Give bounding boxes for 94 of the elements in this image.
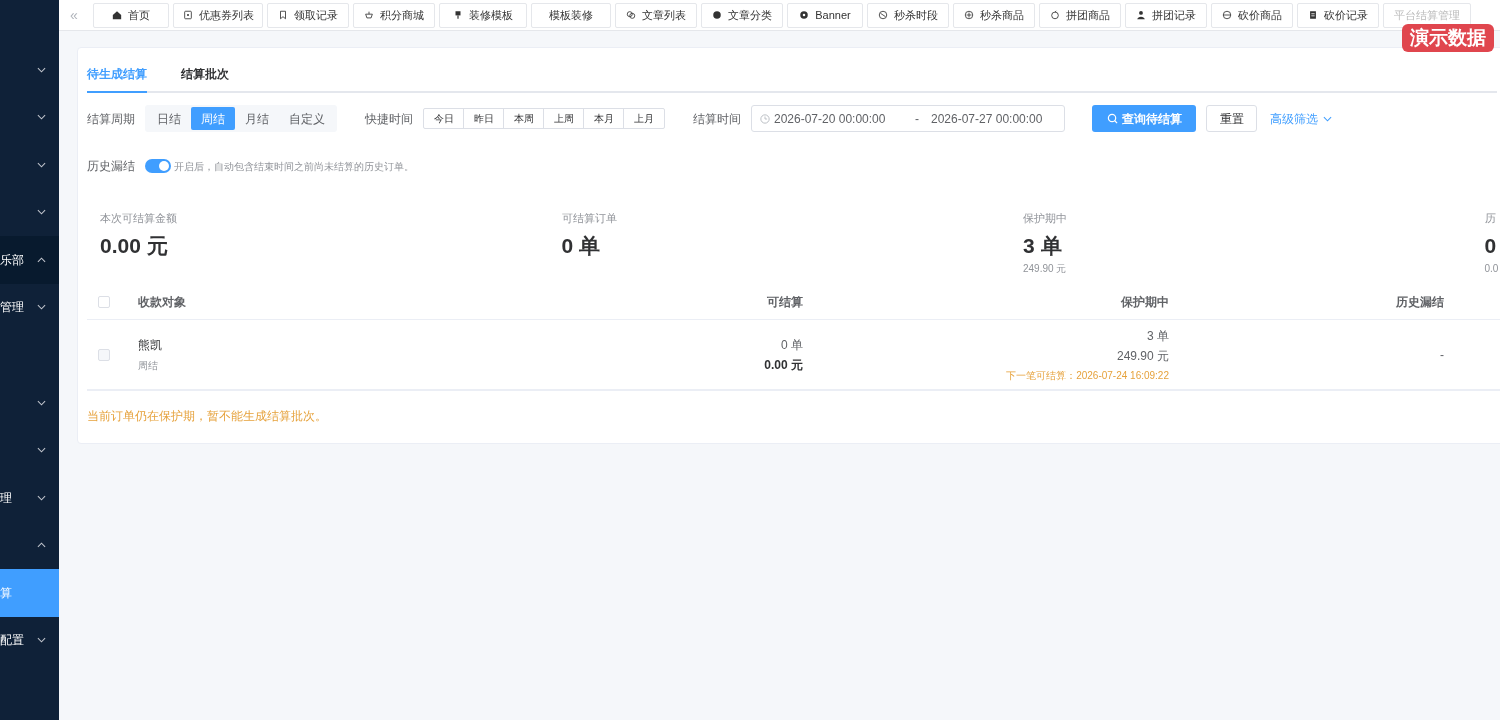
chevron-down-icon xyxy=(1323,115,1332,122)
nav-tab[interactable]: 领取记录 xyxy=(267,2,349,28)
table-cell-text: 249.90 元 xyxy=(1116,347,1169,365)
stat-label: 历 xyxy=(1484,211,1496,226)
field-label: 结算时间 xyxy=(693,110,741,128)
tab-icon xyxy=(453,10,463,20)
date-separator: - xyxy=(914,110,920,128)
stat-value: 0 单 xyxy=(561,232,600,259)
stat-subvalue: 249.90 元 xyxy=(1023,261,1067,276)
payee-cycle: 周结 xyxy=(138,359,158,373)
chevron-down-icon xyxy=(37,209,46,216)
nav-tab[interactable]: 砍价记录 xyxy=(1297,2,1379,28)
table-cell-text: 0.00 元 xyxy=(764,356,803,374)
reset-button[interactable]: 重置 xyxy=(1206,105,1257,132)
nav-tab[interactable]: 文章分类 xyxy=(701,2,783,28)
stat-value: 0.00 元 xyxy=(100,232,168,259)
chevron-down-icon xyxy=(37,494,46,501)
next-settle-time: 下一笔可结算：2026-07-24 16:09:22 xyxy=(1006,368,1169,383)
nav-tab[interactable]: 积分商城 xyxy=(353,2,435,28)
tab-icon xyxy=(712,10,722,20)
tab-icon xyxy=(1136,10,1146,20)
sidebar-item[interactable]: 管理 xyxy=(0,283,59,331)
tab-icon xyxy=(626,10,636,20)
chevron-down-icon xyxy=(37,161,46,168)
warning-message: 当前订单仍在保护期，暂不能生成结算批次。 xyxy=(87,408,328,425)
chevron-down-icon xyxy=(37,66,46,73)
nav-tab[interactable]: 首页 xyxy=(93,2,169,28)
nav-tab[interactable]: 拼团记录 xyxy=(1125,2,1207,28)
quick-time-option[interactable]: 上月 xyxy=(624,109,664,128)
date-start: 2026-07-20 00:00:00 xyxy=(774,110,887,128)
chevron-up-icon xyxy=(37,542,46,549)
date-end: 2026-07-27 00:00:00 xyxy=(931,110,1043,128)
tab-icon xyxy=(799,10,810,20)
table-cell-text: 0 单 xyxy=(781,336,803,354)
column-header: 历史漏结 xyxy=(1396,293,1444,311)
tab-icon xyxy=(364,10,374,20)
sidebar-item[interactable]: 配置 xyxy=(0,616,59,664)
chevron-down-icon xyxy=(37,399,46,406)
clock-icon xyxy=(760,113,770,124)
select-all-checkbox[interactable] xyxy=(98,295,110,308)
tab-icon xyxy=(964,10,974,20)
tab-icon xyxy=(1222,10,1232,20)
stat-subvalue: 0.0 xyxy=(1484,261,1499,276)
table-cell-text: - xyxy=(1440,346,1444,364)
demo-data-toast: 演示数据 xyxy=(1402,24,1494,52)
search-icon xyxy=(1106,113,1118,124)
quick-time-option[interactable]: 上周 xyxy=(544,109,584,128)
nav-tab[interactable]: 拼团商品 xyxy=(1039,2,1121,28)
nav-tab[interactable]: 秒杀时段 xyxy=(867,2,949,28)
history-switch[interactable] xyxy=(145,159,171,173)
period-option[interactable]: 月结 xyxy=(235,107,279,130)
chevron-down-icon xyxy=(37,114,46,121)
chevron-down-icon xyxy=(37,637,46,644)
nav-tab[interactable]: Banner xyxy=(787,2,863,28)
tab-icon xyxy=(1308,10,1318,20)
tab-icon xyxy=(112,10,122,20)
chevron-up-icon xyxy=(37,256,46,263)
nav-tab[interactable]: 装修模板 xyxy=(439,2,527,28)
tab-icon xyxy=(182,10,193,20)
quick-time-option[interactable]: 本月 xyxy=(584,109,624,128)
field-label: 历史漏结 xyxy=(87,158,135,175)
row-checkbox[interactable] xyxy=(98,348,110,361)
chevron-down-icon xyxy=(37,447,46,454)
stat-label: 保护期中 xyxy=(1023,211,1067,226)
field-label: 结算周期 xyxy=(87,110,135,128)
period-option[interactable]: 日结 xyxy=(147,107,191,130)
tab-icon xyxy=(278,10,288,20)
nav-tab[interactable]: 砍价商品 xyxy=(1211,2,1293,28)
hint-text: 开启后，自动包含结束时间之前尚未结算的历史订单。 xyxy=(174,159,414,174)
nav-tab[interactable]: 文章列表 xyxy=(615,2,697,28)
stat-value: 3 单 xyxy=(1023,232,1062,259)
column-header: 收款对象 xyxy=(138,293,186,311)
payee-name: 熊凯 xyxy=(138,337,162,354)
date-range-field[interactable]: 2026-07-20 00:00:00 - 2026-07-27 00:00:00 xyxy=(751,105,1065,132)
sidebar-item[interactable]: 乐部 xyxy=(0,236,59,284)
tab-icon xyxy=(878,10,888,20)
quick-time-option[interactable]: 本周 xyxy=(504,109,544,128)
stat-label: 可结算订单 xyxy=(561,211,617,226)
chevron-down-icon xyxy=(37,304,46,311)
sidebar-item[interactable]: 理 xyxy=(0,474,59,522)
stat-label: 本次可结算金额 xyxy=(100,211,177,226)
column-header: 可结算 xyxy=(767,293,803,311)
nav-tab[interactable]: 秒杀商品 xyxy=(953,2,1035,28)
quick-time-option[interactable]: 昨日 xyxy=(464,109,504,128)
nav-tab[interactable]: 优惠券列表 xyxy=(173,2,263,28)
page-tab[interactable]: 结算批次 xyxy=(181,65,229,93)
stat-value: 0 xyxy=(1484,232,1497,259)
tab-icon xyxy=(1050,10,1060,20)
table-cell-text: 3 单 xyxy=(1147,327,1169,345)
column-header: 保护期中 xyxy=(1121,293,1169,311)
nav-tab[interactable]: 模板装修 xyxy=(531,2,611,28)
period-option[interactable]: 自定义 xyxy=(279,107,335,130)
quick-time-option[interactable]: 今日 xyxy=(424,109,464,128)
field-label: 快捷时间 xyxy=(365,110,413,128)
